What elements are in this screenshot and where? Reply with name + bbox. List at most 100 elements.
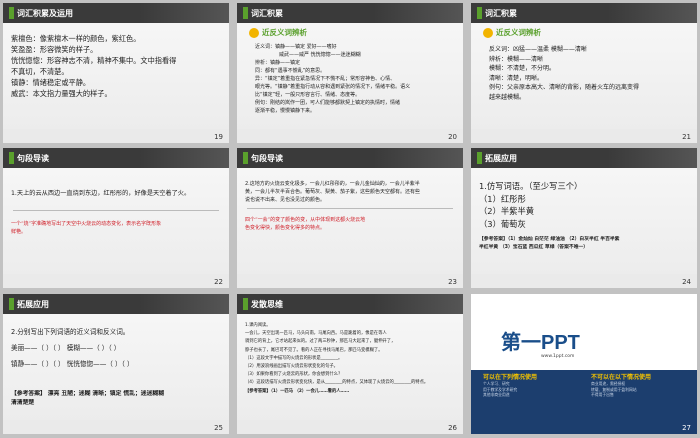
slide-thumbnail-20[interactable]: 词汇积累 近反义词辨析 近义词：镇静——镇定 爱好——嗜好 威武——威严 恍恍惚… [237, 3, 463, 143]
slide-header: 词汇积累 [237, 3, 463, 23]
slide-number: 20 [448, 133, 457, 141]
slide-answer: 【参考答案】 漂亮 丑陋；迷糊 清晰；镇定 慌乱；迷迷糊糊 [11, 391, 164, 397]
slide-number: 25 [214, 424, 223, 432]
slide-text-line: 恍恍惚惚：形容神志不清，精神不集中。文中指看得 [11, 56, 177, 65]
slide-thumbnail-27[interactable]: 第一PPT www.1ppt.com 可以在下列情况使用 个人学习、研究 用于教… [471, 294, 697, 434]
ppt-url: www.1ppt.com [541, 354, 575, 359]
slide-text-line: 镇静——（ ）（ ） 恍恍惚惚——（ ）（ ） [11, 360, 134, 368]
slide-sorter-grid: 词汇积累及运用 紫檀色：像紫檀木一样的颜色，紫红色。 笑盈盈：形容微笑的样子。 … [0, 0, 700, 438]
slide-text-line: 清晰：清楚，明晰。 [489, 74, 544, 82]
slide-title: 拓展应用 [17, 299, 49, 309]
slide-text-line: 反义词：凶猛——温柔 模糊——清晰 [489, 46, 587, 53]
slide-header: 词汇积累及运用 [3, 3, 229, 23]
slide-thumbnail-23[interactable]: 句段导读 2.这地方的火烧云变化极多，一会儿红彤彤的，一会儿金灿灿的，一会儿半紫… [237, 148, 463, 288]
slide-note: 色变化得快，颜色变化得多的特点。 [245, 225, 326, 231]
header-flag-icon [243, 298, 248, 310]
slide-answer: 清清楚楚 [11, 400, 35, 406]
slide-text-line: 例句：刚结的岚作一团，可人们能够都默契上镇定的执情时，情绪 [255, 100, 401, 106]
slide-text-line: 近义词：镇静——镇定 爱好——嗜好 [255, 44, 337, 50]
slide-text-line: 骑到它的背上，它才站起来似的。过了两三秒钟，那匹马大起来了，腿伸开了， [245, 339, 396, 345]
slide-text-line: 笑盈盈：形容微笑的样子。 [11, 45, 98, 54]
usage-forbidden-heading: 不可以在以下情况使用 [591, 374, 652, 381]
slide-text-line: 异：“镇定”着重指在紧急情况下不慌不乱；常形容神色、心情、 [255, 76, 396, 82]
slide-header: 句段导读 [237, 148, 463, 168]
slide-text-line: （2）用波浪线画出描写火烧云形状变化的句子。 [245, 364, 338, 370]
slide-thumbnail-22[interactable]: 句段导读 1.天上的云从西边一直烧到东边，红彤彤的，好像是天空着了火。 一个“烧… [3, 148, 229, 288]
slide-text-line: 1.仿写词语。（至少写三个） [479, 181, 583, 191]
usage-forbidden-column: 不可以在以下情况使用 商业用途，需经授权 转载、复制或用于盈利网站 不得用于出售 [591, 374, 691, 398]
slide-text-line: 辨析：镇静——镇定 [255, 60, 301, 66]
slide-number: 27 [682, 424, 691, 432]
header-flag-icon [477, 152, 482, 164]
header-flag-icon [9, 152, 14, 164]
slide-answer: 【参考答案】（1）金灿灿 白茫茫 绿油油 （2）白灰半红 半百半紫 [479, 237, 620, 242]
slide-title: 词汇积累 [485, 8, 517, 18]
slide-number: 22 [214, 278, 223, 286]
slide-text-line: 同：都有“遇事不慌乱”的意思。 [255, 68, 326, 74]
bullet-dot-icon [483, 27, 493, 38]
slide-text-line: 比“镇定”轻，一般只形容言行、情绪、态度等。 [255, 92, 361, 98]
ppt-logo: 第一PPT [501, 332, 580, 354]
slide-text-line: 眼光等。“镇静”着重指行动从容和遇到紧张的情况下，情绪平稳。语义 [255, 84, 411, 90]
slide-header: 拓展应用 [471, 148, 697, 168]
slide-thumbnail-24[interactable]: 拓展应用 1.仿写词语。（至少写三个） （1）红彤彤 （2）半紫半黄 （3）葡萄… [471, 148, 697, 288]
slide-text-line: 1.课内阅读。 [245, 323, 271, 328]
slide-header: 发散思维 [237, 294, 463, 314]
slide-text-line: 越来越模糊。 [489, 93, 526, 101]
slide-text-line: （1）这段文字中描写的火烧云的形状是________。 [245, 355, 343, 361]
slide-text-line: （3）如果你看到了火烧云的形状，你会想到什么？ [245, 372, 343, 378]
slide-note: 四个“一会”的变了颜色的变，从中体现到这都火烧云地 [245, 217, 366, 223]
slide-text-line: 镇静：情绪稳定或平静。 [11, 78, 91, 87]
slide-number: 26 [448, 424, 457, 432]
slide-header: 词汇积累 [471, 3, 697, 23]
slide-title: 句段导读 [251, 153, 283, 163]
slide-text-line: 不真切，不清楚。 [11, 67, 69, 76]
slide-answer: 【参考答案】（1）一匹马 （2）一会儿……看的人…… [245, 388, 350, 394]
slide-text-line: 脖子也长了，尾巴可不见了。看的人正在寻找马尾巴，那匹马变模糊了。 [245, 347, 383, 353]
slide-text-line: 紫檀色：像紫檀木一样的颜色，紫红色。 [11, 34, 141, 43]
slide-number: 21 [682, 133, 691, 141]
slide-header: 拓展应用 [3, 294, 229, 314]
slide-text-line: 逐渐平稳，慢慢镇静下来。 [255, 108, 316, 114]
slide-text-line: 黄，一会儿半灰半百合色。葡萄灰、梨黄、茄子紫，这些颜色天空都有。还有些 [245, 189, 421, 195]
slide-note: 鲜艳。 [11, 229, 27, 235]
slide-text-line: 威武：本文指力量强大的样子。 [11, 89, 112, 98]
slide-text-line: 2.这地方的火烧云变化极多，一会儿红彤彤的，一会儿金灿灿的，一会儿半紫半 [245, 181, 420, 187]
slide-thumbnail-25[interactable]: 拓展应用 2.分别写出下列词语的近义词和反义词。 美丽——（ ）（ ） 模糊——… [3, 294, 229, 434]
slide-text-line: 威武——威严 恍恍惚惚——迷迷糊糊 [279, 52, 361, 58]
slide-text-line: 模糊：不清楚，不分明。 [489, 65, 556, 72]
slide-text-line: 2.分别写出下列词语的近义词和反义词。 [11, 328, 130, 336]
slide-number: 24 [682, 278, 691, 286]
slide-text-line: 例句：父亲原本高大、清晰的背影，随着火车的远离变得 [489, 84, 640, 91]
slide-note: 一个“烧”字准确地写出了天空中火烧云的动态变化，表示名字既形象 [11, 221, 162, 227]
slide-text-line: 美丽——（ ）（ ） 模糊——（ ）（ ） [11, 344, 121, 352]
slide-text-line: 1.天上的云从西边一直烧到东边，红彤彤的，好像是天空着了火。 [11, 190, 191, 197]
header-flag-icon [243, 152, 248, 164]
slide-title: 词汇积累及运用 [17, 8, 73, 18]
header-flag-icon [9, 298, 14, 310]
bullet-dot-icon [249, 27, 259, 38]
slide-text-line: 辨析：模糊——清晰 [489, 55, 544, 63]
slide-thumbnail-19[interactable]: 词汇积累及运用 紫檀色：像紫檀木一样的颜色，紫红色。 笑盈盈：形容微笑的样子。 … [3, 3, 229, 143]
header-flag-icon [477, 7, 482, 19]
slide-text-line: 说也说不出来、见也没见过的颜色。 [245, 197, 326, 203]
slide-number: 19 [214, 133, 223, 141]
slide-title: 句段导读 [17, 153, 49, 163]
usage-allowed-column: 可以在下列情况使用 个人学习、研究 用于教学及学术研究 其他非商业用途 [483, 374, 583, 398]
slide-text-line: （2）半紫半黄 [479, 206, 535, 216]
slide-text-line: （3）葡萄灰 [479, 218, 526, 229]
header-flag-icon [243, 7, 248, 19]
usage-allowed-heading: 可以在下列情况使用 [483, 374, 538, 381]
slide-subheading: 近反义词辨析 [262, 28, 307, 37]
slide-header: 句段导读 [3, 148, 229, 168]
slide-answer: 半红半黄 （3）宝石蓝 西瓜红 草绿（答案不唯一） [479, 245, 589, 250]
slide-text-line: （1）红彤彤 [479, 193, 526, 204]
slide-text-line: 一会儿，天空出现一匹马，马头向南，马尾向西。马是跪着的，像是在等人 [245, 331, 387, 337]
slide-thumbnail-26[interactable]: 发散思维 1.课内阅读。 一会儿，天空出现一匹马，马头向南，马尾向西。马是跪着的… [237, 294, 463, 434]
slide-thumbnail-21[interactable]: 词汇积累 近反义词辨析 反义词：凶猛——温柔 模糊——清晰 辨析：模糊——清晰 … [471, 3, 697, 143]
slide-number: 23 [448, 278, 457, 286]
slide-title: 拓展应用 [485, 153, 517, 163]
header-flag-icon [9, 7, 14, 19]
slide-subheading: 近反义词辨析 [496, 28, 541, 37]
slide-title: 发散思维 [251, 299, 283, 309]
